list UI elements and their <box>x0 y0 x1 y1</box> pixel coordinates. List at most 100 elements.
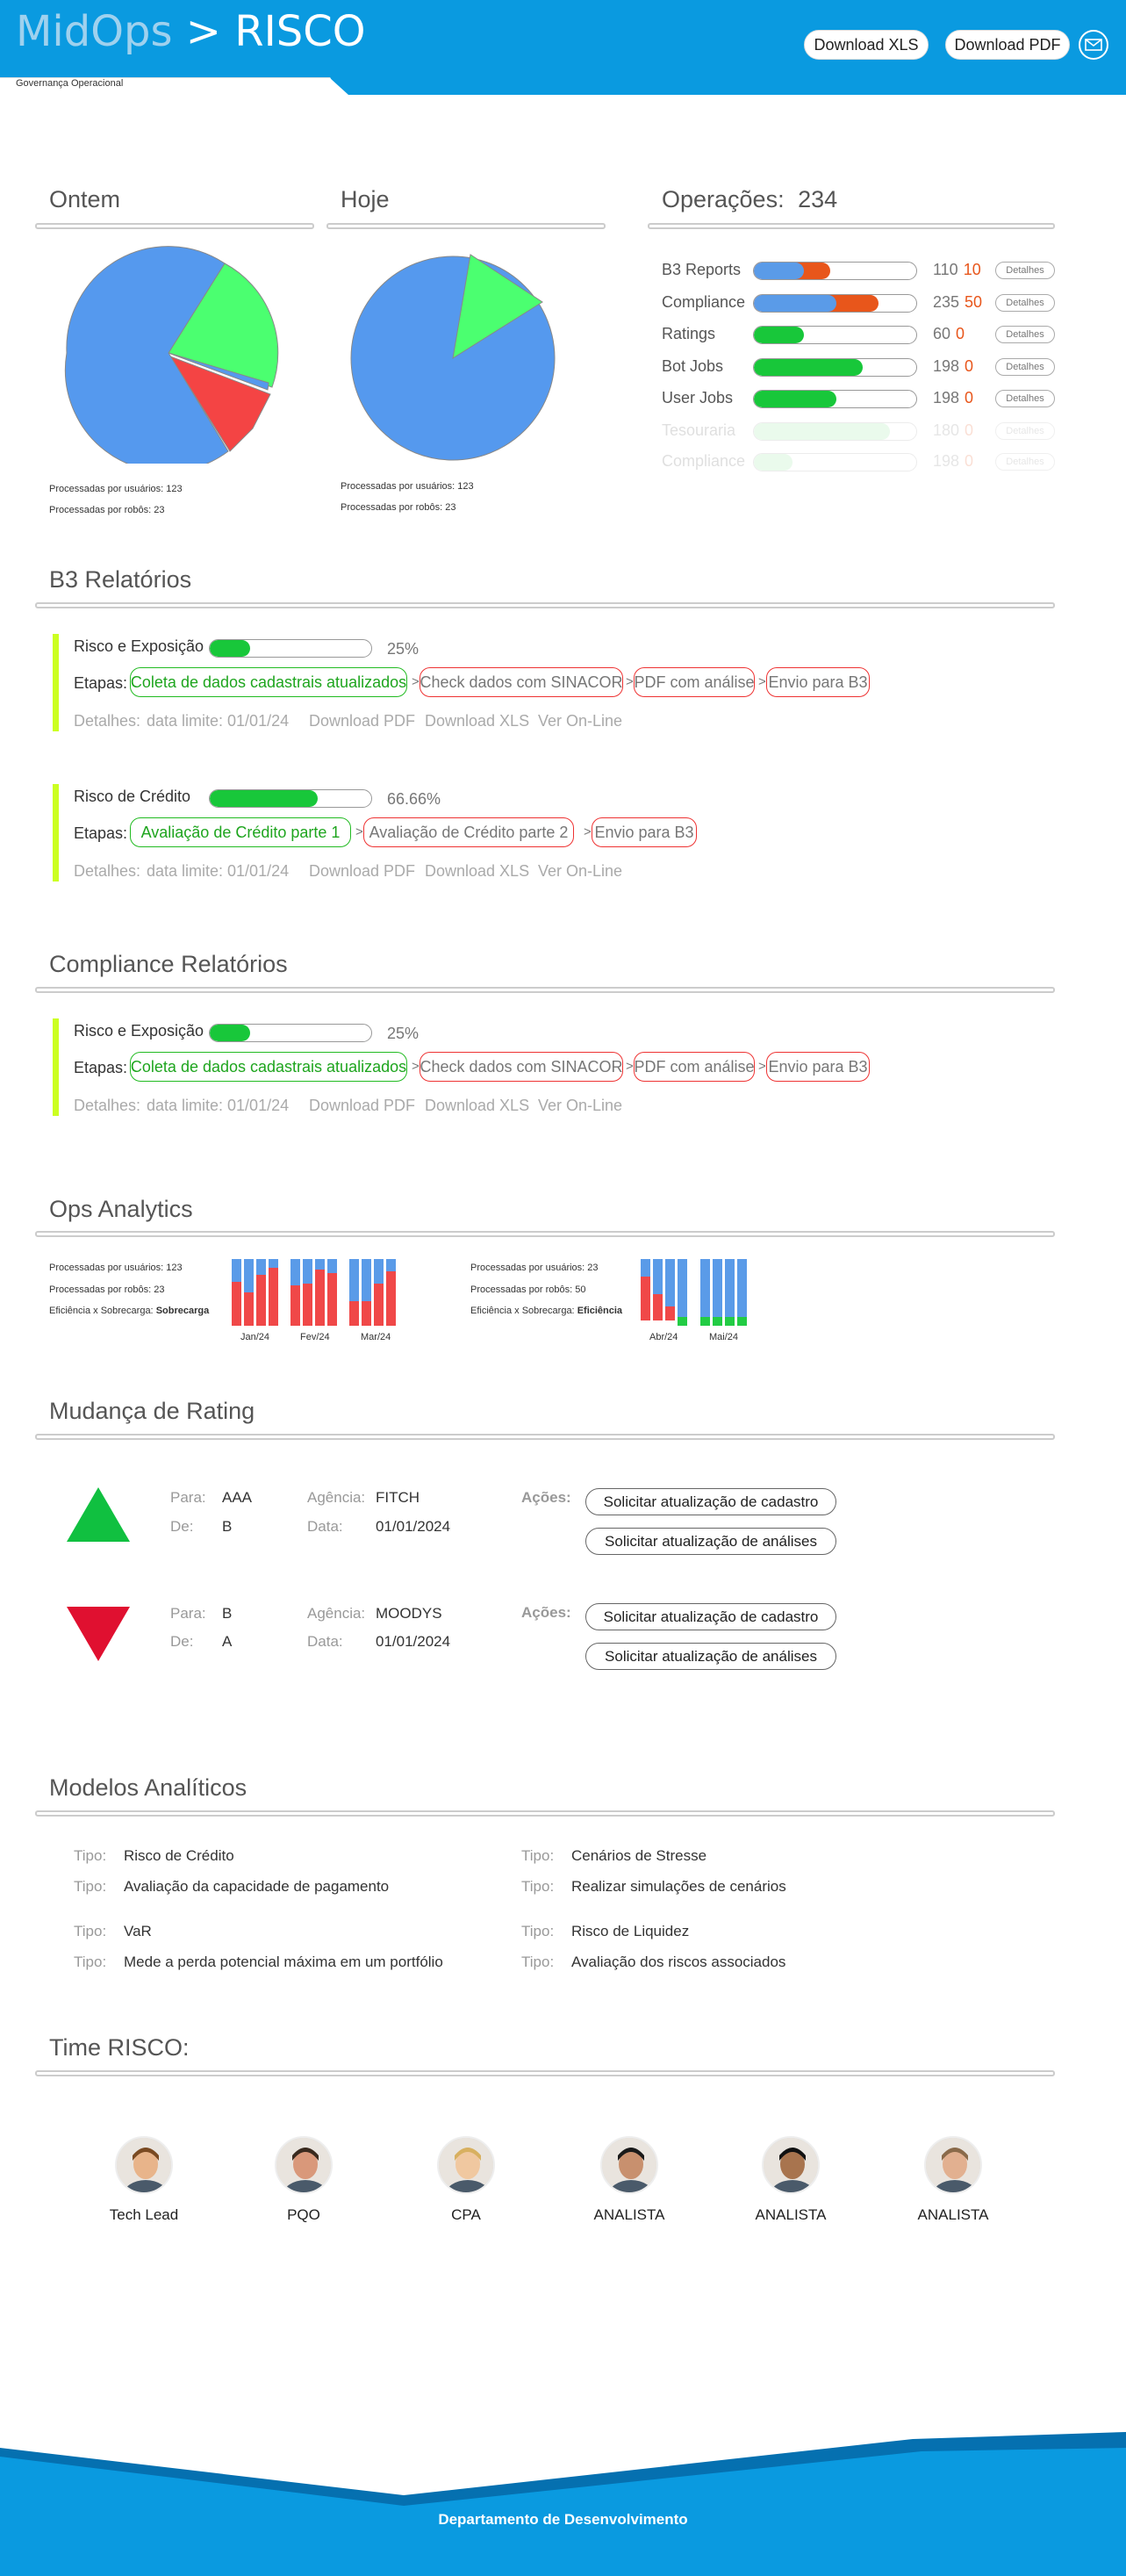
pie-ontem-robots-note: Processadas por robôs: 23 <box>49 505 165 515</box>
compliance-divider <box>35 987 1055 993</box>
report-download-xls-link[interactable]: Download XLS <box>425 1097 529 1115</box>
rating-2-para-value: B <box>222 1605 233 1622</box>
rating-2-update-analises-button[interactable]: Solicitar atualização de análises <box>585 1643 836 1670</box>
operation-counts: 60 0 <box>933 325 965 343</box>
step-arrow-icon: > <box>626 674 634 689</box>
analytics-bar-robots <box>315 1270 325 1326</box>
operation-total: 180 <box>933 421 960 439</box>
analytics-month-mai: Mai/24 <box>709 1332 739 1342</box>
team-member-role: Tech Lead <box>109 2206 179 2223</box>
analytics-bar-users <box>737 1259 747 1317</box>
report-download-pdf-link[interactable]: Download PDF <box>309 862 415 881</box>
analytics-bar-robots <box>725 1317 735 1326</box>
operation-details-button[interactable]: Detalhes <box>995 326 1055 343</box>
report-download-pdf-link[interactable]: Download PDF <box>309 1097 415 1115</box>
operations-label: Operações: <box>662 186 785 212</box>
operation-details-button[interactable]: Detalhes <box>995 262 1055 279</box>
team-member-avatar[interactable] <box>600 2136 658 2194</box>
mail-icon[interactable] <box>1079 30 1108 60</box>
operation-details-button[interactable]: Detalhes <box>995 358 1055 376</box>
report-step[interactable]: Envio para B3 <box>766 1052 870 1082</box>
analytics-bar-users <box>665 1259 675 1306</box>
operation-details-button[interactable]: Detalhes <box>995 390 1055 407</box>
report-download-xls-link[interactable]: Download XLS <box>425 712 529 730</box>
operation-label: Ratings <box>662 325 716 342</box>
operation-errors: 0 <box>956 325 965 342</box>
report-download-pdf-link[interactable]: Download PDF <box>309 712 415 730</box>
brand-app-name: RISCO <box>234 7 366 56</box>
team-member-avatar[interactable] <box>275 2136 333 2194</box>
report-view-online-link[interactable]: Ver On-Line <box>538 712 622 730</box>
model-4-name: Risco de Liquidez <box>571 1923 690 1939</box>
operation-progress-fill <box>754 423 891 440</box>
report-deadline: data limite: 01/01/24 <box>147 712 290 730</box>
operation-progress-bar <box>753 390 917 408</box>
report-progress-fill <box>210 640 250 657</box>
team-member-avatar[interactable] <box>762 2136 820 2194</box>
report-view-online-link[interactable]: Ver On-Line <box>538 862 622 881</box>
team-member-avatar[interactable] <box>115 2136 173 2194</box>
report-step[interactable]: PDF com análise <box>634 1052 755 1082</box>
operation-label: Compliance <box>662 293 746 311</box>
report-step[interactable]: PDF com análise <box>634 667 755 697</box>
analytics-bar-robots <box>737 1317 747 1326</box>
analytics-bar-robots <box>303 1284 312 1326</box>
operation-details-button[interactable]: Detalhes <box>995 294 1055 312</box>
download-xls-button[interactable]: Download XLS <box>804 30 929 60</box>
report-step[interactable]: Avaliação de Crédito parte 2 <box>363 817 574 847</box>
download-pdf-button[interactable]: Download PDF <box>945 30 1070 60</box>
rating-2-data-value: 01/01/2024 <box>376 1633 451 1650</box>
rating-1-update-analises-button[interactable]: Solicitar atualização de análises <box>585 1528 836 1555</box>
rating-1-update-cadastro-button[interactable]: Solicitar atualização de cadastro <box>585 1488 836 1515</box>
operation-errors: 0 <box>965 452 974 470</box>
rating-1-de-value: B <box>222 1518 233 1535</box>
operation-progress-fill <box>754 327 805 343</box>
team-member-avatar[interactable] <box>437 2136 495 2194</box>
operation-details-button[interactable]: Detalhes <box>995 453 1055 471</box>
report-progress-percent: 25% <box>387 1025 420 1042</box>
operation-errors: 50 <box>965 293 983 311</box>
step-arrow-icon: > <box>626 1059 634 1074</box>
report-step[interactable]: Envio para B3 <box>592 817 697 847</box>
analytics-left-eff-value: Sobrecarga <box>155 1306 210 1316</box>
team-member-avatar[interactable] <box>924 2136 982 2194</box>
analytics-bar-robots <box>386 1271 396 1326</box>
app-brand[interactable]: MidOps > RISCO <box>16 7 366 56</box>
operation-total: 198 <box>933 452 960 470</box>
analytics-bar-users <box>700 1259 710 1317</box>
model-3-name: VaR <box>124 1923 152 1939</box>
analytics-bar-users <box>327 1259 337 1273</box>
footer-text: Departamento de Desenvolvimento <box>438 2511 688 2528</box>
report-step[interactable]: Check dados com SINACOR <box>420 1052 623 1082</box>
operation-progress-fill <box>754 454 793 471</box>
report-step[interactable]: Avaliação de Crédito parte 1 <box>130 817 351 847</box>
operations-title: Operações: 234 <box>662 186 837 213</box>
report-step[interactable]: Envio para B3 <box>766 667 870 697</box>
rating-1-data-value: 01/01/2024 <box>376 1518 451 1535</box>
operation-details-button[interactable]: Detalhes <box>995 422 1055 440</box>
operation-counts: 198 0 <box>933 389 973 407</box>
analytics-bar-users <box>386 1259 396 1271</box>
operation-progress-ok-fill <box>754 295 837 312</box>
analytics-divider <box>35 1231 1055 1237</box>
model-2-desc-label: Tipo: <box>521 1878 555 1895</box>
team-member-role: CPA <box>451 2206 481 2223</box>
rating-2-update-cadastro-button[interactable]: Solicitar atualização de cadastro <box>585 1603 836 1630</box>
step-arrow-icon: > <box>412 674 420 689</box>
step-arrow-icon: > <box>412 1059 420 1074</box>
rating-1-agencia-label: Agência: <box>307 1489 366 1506</box>
report-step[interactable]: Coleta de dados cadastrais atualizados <box>130 1052 407 1082</box>
analytics-left-eff-label: Eficiência x Sobrecarga: <box>49 1306 154 1316</box>
report-step[interactable]: Check dados com SINACOR <box>420 667 623 697</box>
analytics-bar-robots <box>641 1277 650 1320</box>
report-step[interactable]: Coleta de dados cadastrais atualizados <box>130 667 407 697</box>
operation-progress-bar <box>753 422 917 441</box>
report-view-online-link[interactable]: Ver On-Line <box>538 1097 622 1115</box>
report-etapas-label: Etapas: <box>74 1059 128 1076</box>
rating-2-de-value: A <box>222 1633 233 1650</box>
footer-background <box>0 2432 1126 2576</box>
analytics-bar-robots <box>349 1301 359 1326</box>
analytics-month-jan: Jan/24 <box>240 1332 270 1342</box>
report-download-xls-link[interactable]: Download XLS <box>425 862 529 881</box>
analytics-bar-robots <box>256 1275 266 1326</box>
